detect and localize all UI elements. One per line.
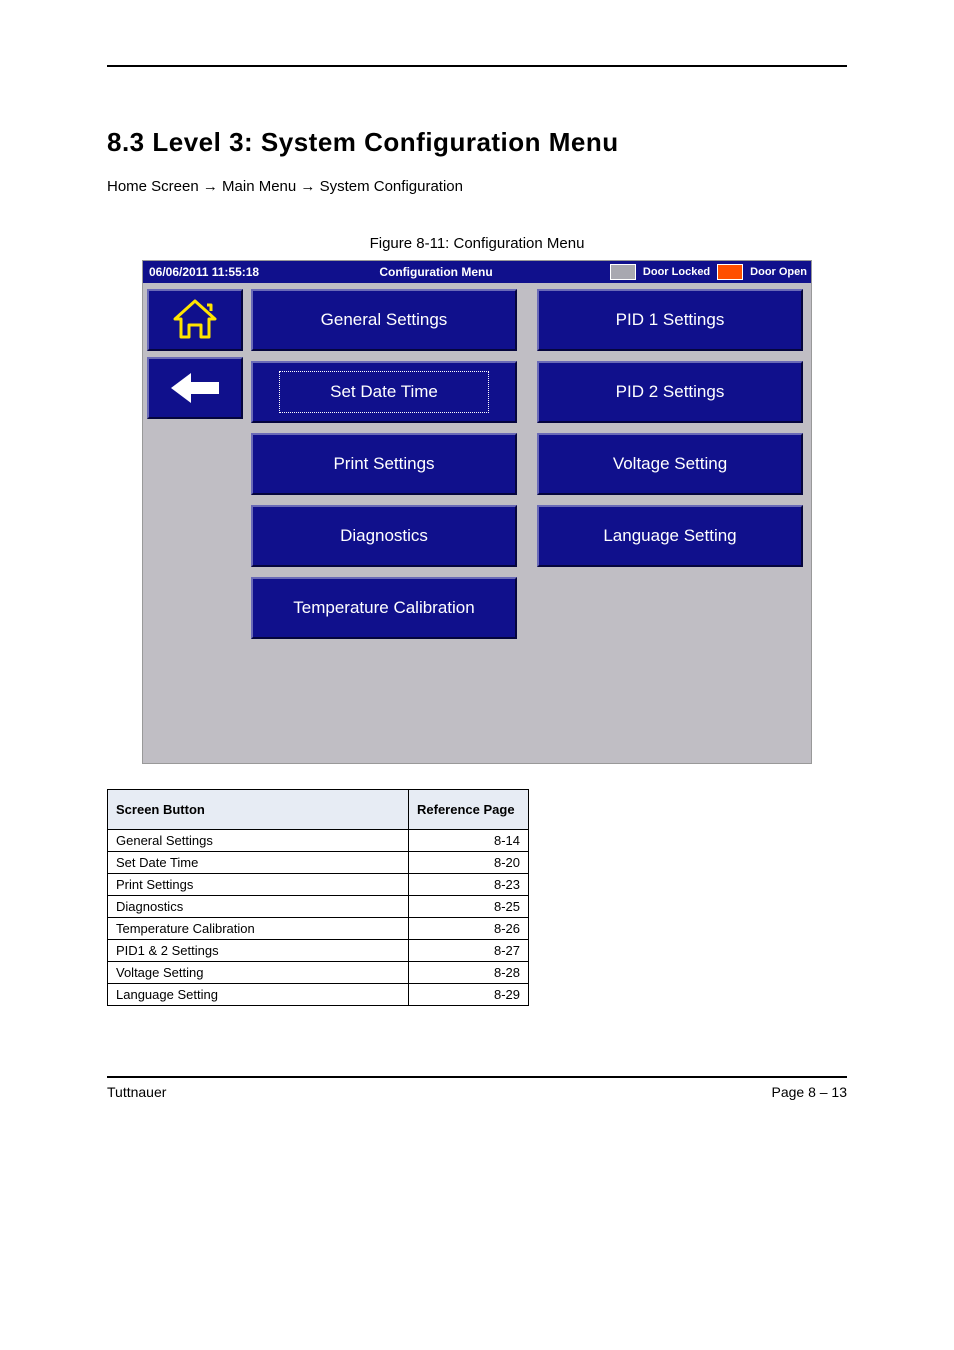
reference-table: Screen Button Reference Page General Set… <box>107 789 529 1006</box>
menu-column-right: PID 1 Settings PID 2 Settings Voltage Se… <box>537 289 803 639</box>
general-settings-button[interactable]: General Settings <box>251 289 517 351</box>
breadcrumb: Home Screen → Main Menu → System Configu… <box>107 178 847 195</box>
table-header-button: Screen Button <box>108 790 409 830</box>
screen-title: Configuration Menu <box>265 265 607 279</box>
temperature-calibration-button[interactable]: Temperature Calibration <box>251 577 517 639</box>
table-row: General Settings8-14 <box>108 830 529 852</box>
table-row: Set Date Time8-20 <box>108 852 529 874</box>
door-open-indicator <box>717 264 743 280</box>
footer-page-number: Page 8 – 13 <box>771 1084 847 1100</box>
set-date-time-button[interactable]: Set Date Time <box>251 361 517 423</box>
table-row: Language Setting8-29 <box>108 984 529 1006</box>
figure-caption: Figure 8-11: Configuration Menu <box>107 235 847 252</box>
door-locked-label: Door Locked <box>639 266 714 278</box>
print-settings-button[interactable]: Print Settings <box>251 433 517 495</box>
back-arrow-icon <box>169 371 221 405</box>
back-button[interactable] <box>147 357 243 419</box>
table-row: Voltage Setting8-28 <box>108 962 529 984</box>
pid1-settings-button[interactable]: PID 1 Settings <box>537 289 803 351</box>
diagnostics-button[interactable]: Diagnostics <box>251 505 517 567</box>
home-icon <box>171 299 219 341</box>
footer-brand: Tuttnauer <box>107 1084 166 1100</box>
section-heading: 8.3 Level 3: System Configuration Menu <box>107 127 847 158</box>
hmi-screen-panel: 06/06/2011 11:55:18 Configuration Menu D… <box>142 260 812 764</box>
titlebar: 06/06/2011 11:55:18 Configuration Menu D… <box>143 261 811 283</box>
table-row: Print Settings8-23 <box>108 874 529 896</box>
door-locked-indicator <box>610 264 636 280</box>
table-header-page: Reference Page <box>409 790 529 830</box>
door-open-label: Door Open <box>746 266 811 278</box>
language-setting-button[interactable]: Language Setting <box>537 505 803 567</box>
voltage-setting-button[interactable]: Voltage Setting <box>537 433 803 495</box>
home-button[interactable] <box>147 289 243 351</box>
table-row: Diagnostics8-25 <box>108 896 529 918</box>
pid2-settings-button[interactable]: PID 2 Settings <box>537 361 803 423</box>
table-row: Temperature Calibration8-26 <box>108 918 529 940</box>
menu-column-left: General Settings Set Date Time Print Set… <box>251 289 517 639</box>
table-row: PID1 & 2 Settings8-27 <box>108 940 529 962</box>
datetime-label: 06/06/2011 11:55:18 <box>143 265 265 279</box>
